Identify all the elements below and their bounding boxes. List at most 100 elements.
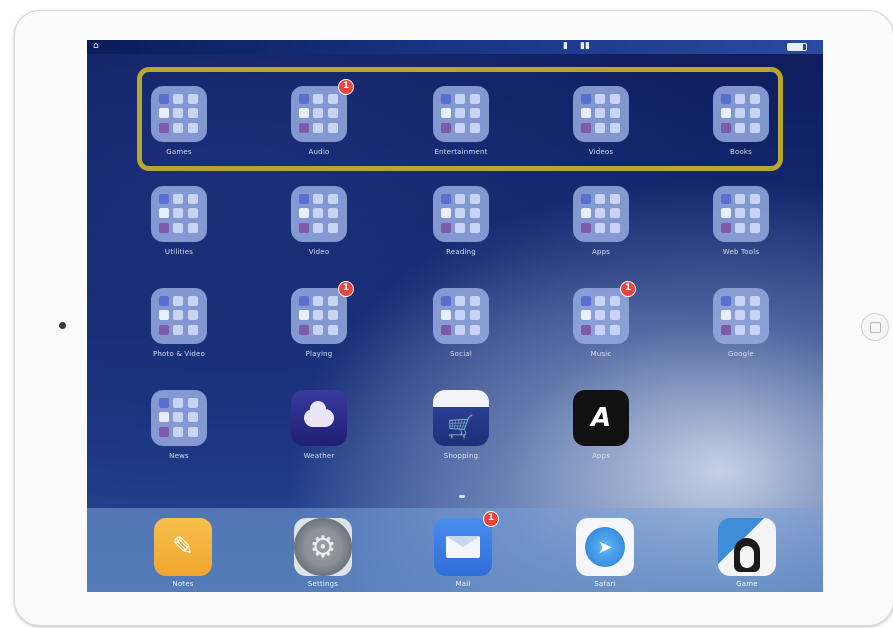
folder-mini-app <box>609 310 620 321</box>
status-bar: ⌂ ▮ ▮▮ <box>87 40 823 54</box>
folder-mini-app <box>441 194 451 204</box>
folder-icon <box>291 186 347 242</box>
folder-mini-app <box>173 426 184 437</box>
dock-app-label: Notes <box>172 580 194 588</box>
folder-mini-app <box>749 222 760 233</box>
folder-mini-app <box>595 194 606 204</box>
folder-mini-app <box>187 324 198 335</box>
folder-mini-app <box>313 296 324 306</box>
folder-mini-app <box>581 222 591 233</box>
dock-app-label: Settings <box>307 580 339 588</box>
app-weather[interactable]: Weather <box>279 390 359 460</box>
cart-glyph: 🛒 <box>447 415 475 440</box>
folder-mini-app <box>469 324 480 335</box>
dock-app-mail[interactable]: 1 Mail <box>423 511 503 588</box>
app-playing[interactable]: 1 Playing <box>279 281 359 358</box>
folder-mini-app <box>159 324 169 335</box>
app-label: Apps <box>591 452 611 460</box>
folder-icon <box>151 186 207 242</box>
folder-icon <box>573 186 629 242</box>
dock-app-game[interactable]: Game <box>707 518 787 588</box>
dock-app-notes[interactable]: ✎ Notes <box>143 518 223 588</box>
app-apps[interactable]: Apps <box>561 186 641 256</box>
folder-mini-app <box>299 194 309 204</box>
folder-mini-app <box>159 222 169 233</box>
folder-mini-app <box>173 296 184 306</box>
mail-envelope-icon: 1 <box>434 511 499 576</box>
folder-mini-app <box>469 194 480 204</box>
folder-mini-app <box>469 310 480 321</box>
app-music[interactable]: 1 Music <box>561 281 641 358</box>
app-label: Web Tools <box>722 248 760 256</box>
app-label: Playing <box>305 350 333 358</box>
battery-icon <box>787 43 807 51</box>
app-label: News <box>169 452 189 460</box>
highlight-box-first-row <box>137 67 783 171</box>
folder-mini-app <box>441 310 451 321</box>
app-label: Reading <box>446 248 476 256</box>
gear-glyph: ⚙ <box>309 529 337 565</box>
folder-mini-app <box>299 324 309 335</box>
app-reading[interactable]: Reading <box>421 186 501 256</box>
app-apps[interactable]: A Apps <box>561 390 641 460</box>
dock-app-settings[interactable]: ⚙ Settings <box>283 518 363 588</box>
folder-mini-app <box>313 222 324 233</box>
app-label: Video <box>308 248 330 256</box>
folder-mini-app <box>441 296 451 306</box>
app-shopping[interactable]: 🛒 Shopping <box>421 390 501 460</box>
folder-mini-app <box>187 208 198 219</box>
notes-pencil-icon: ✎ <box>154 518 212 576</box>
folder-mini-app <box>455 296 466 306</box>
signal-icon: ▮ <box>563 41 568 51</box>
folder-mini-app <box>469 208 480 219</box>
app-label: Apps <box>591 248 611 256</box>
app-label: Utilities <box>164 248 194 256</box>
folder-mini-app <box>313 208 324 219</box>
dock-app-label: Safari <box>594 580 616 588</box>
letter-a-app-icon: A <box>573 390 629 446</box>
folder-mini-app <box>609 324 620 335</box>
app-news[interactable]: News <box>139 390 219 460</box>
folder-mini-app <box>581 310 591 321</box>
folder-mini-app <box>469 296 480 306</box>
folder-mini-app <box>441 222 451 233</box>
app-photo-video[interactable]: Photo & Video <box>139 288 219 358</box>
home-button-icon <box>869 321 881 333</box>
penguin-icon <box>734 538 760 572</box>
folder-icon <box>713 186 769 242</box>
folder-mini-app <box>187 222 198 233</box>
folder-mini-app <box>327 310 338 321</box>
folder-mini-app <box>595 324 606 335</box>
page-indicator[interactable] <box>459 495 465 498</box>
home-button[interactable] <box>861 313 889 341</box>
app-social[interactable]: Social <box>421 288 501 358</box>
folder-mini-app <box>749 208 760 219</box>
folder-mini-app <box>609 296 620 306</box>
app-web-tools[interactable]: Web Tools <box>701 186 781 256</box>
dock-app-safari[interactable]: ➤ Safari <box>565 518 645 588</box>
dock-app-label: Mail <box>455 580 471 588</box>
app-utilities[interactable]: Utilities <box>139 186 219 256</box>
folder-mini-app <box>327 208 338 219</box>
app-video[interactable]: Video <box>279 186 359 256</box>
folder-mini-app <box>469 222 480 233</box>
folder-mini-app <box>187 426 198 437</box>
folder-mini-app <box>327 194 338 204</box>
pencil-glyph: ✎ <box>172 532 194 562</box>
app-label: Photo & Video <box>152 350 206 358</box>
wifi-icon: ▮▮ <box>580 41 590 51</box>
folder-mini-app <box>455 310 466 321</box>
envelope-icon <box>446 536 480 558</box>
folder-mini-app <box>749 194 760 204</box>
folder-mini-app <box>159 398 169 408</box>
front-camera <box>59 322 66 329</box>
folder-mini-app <box>595 222 606 233</box>
app-google[interactable]: Google <box>701 288 781 358</box>
folder-mini-app <box>595 296 606 306</box>
folder-mini-app <box>735 324 746 335</box>
folder-mini-app <box>173 208 184 219</box>
folder-mini-app <box>749 324 760 335</box>
folder-mini-app <box>581 324 591 335</box>
folder-icon: 1 <box>291 281 354 344</box>
folder-icon <box>151 288 207 344</box>
